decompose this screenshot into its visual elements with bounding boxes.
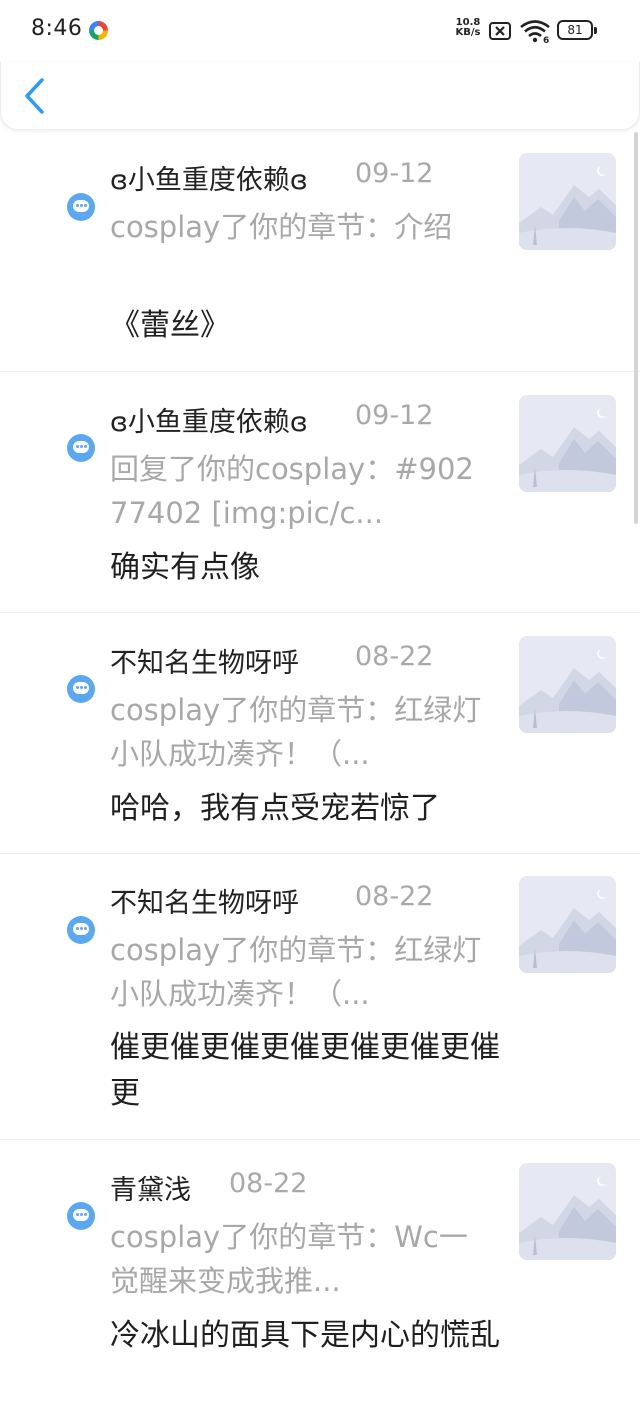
status-bar: 8:46 10.8 KB/s 6 81 bbox=[0, 0, 640, 62]
notification-summary: cosplay了你的章节：红绿灯小队成功凑齐！（... bbox=[110, 933, 482, 1011]
notification-date: 08-22 bbox=[229, 1168, 308, 1199]
notification-item[interactable]: 不知名生物呀呼 08-22 cosplay了你的章节：红绿灯小队成功凑齐！（..… bbox=[0, 613, 640, 854]
chapter-thumbnail[interactable] bbox=[519, 636, 616, 733]
user-name[interactable]: ɞ小鱼重度依赖ɞ bbox=[110, 158, 308, 197]
notification-item[interactable]: 青黛浅 08-22 cosplay了你的章节：Wc一觉醒来变成我推... 冷冰山… bbox=[0, 1140, 640, 1424]
comment-icon bbox=[67, 434, 95, 462]
comment-icon bbox=[67, 916, 95, 944]
notification-summary: cosplay了你的章节：Wc一觉醒来变成我推... bbox=[110, 1220, 468, 1298]
no-sim-icon bbox=[489, 22, 511, 40]
user-name[interactable]: 不知名生物呀呼 bbox=[110, 641, 299, 680]
user-name[interactable]: 不知名生物呀呼 bbox=[110, 881, 299, 920]
notification-date: 09-12 bbox=[355, 158, 434, 189]
notification-summary: cosplay了你的章节：介绍 bbox=[110, 210, 453, 244]
chapter-thumbnail[interactable] bbox=[519, 395, 616, 492]
top-navigation-bar bbox=[0, 62, 640, 130]
svg-text:6: 6 bbox=[543, 36, 549, 43]
notification-item[interactable]: 不知名生物呀呼 08-22 cosplay了你的章节：红绿灯小队成功凑齐！（..… bbox=[0, 854, 640, 1140]
back-button[interactable] bbox=[15, 72, 55, 120]
notification-summary: 回复了你的cosplay：#90277402 [img:pic/c... bbox=[110, 452, 474, 530]
user-name[interactable]: 青黛浅 bbox=[110, 1168, 191, 1207]
chapter-thumbnail[interactable] bbox=[519, 153, 616, 250]
reply-text: 冷冰山的面具下是内心的慌乱 bbox=[110, 1318, 500, 1353]
clock: 8:46 bbox=[31, 16, 83, 41]
reply-text: 《蕾丝》 bbox=[110, 308, 230, 343]
notification-list: ɞ小鱼重度依赖ɞ 09-12 cosplay了你的章节：介绍 《蕾丝》 ɞ小鱼重… bbox=[0, 130, 640, 1424]
reply-text: 催更催更催更催更催更催更催更 bbox=[110, 1030, 500, 1111]
reply-text: 确实有点像 bbox=[110, 550, 260, 585]
image-placeholder-icon bbox=[519, 1163, 616, 1260]
notification-item[interactable]: ɞ小鱼重度依赖ɞ 09-12 回复了你的cosplay：#90277402 [i… bbox=[0, 372, 640, 613]
network-speed: 10.8 KB/s bbox=[452, 18, 484, 38]
battery-indicator: 81 bbox=[557, 20, 597, 40]
network-speed-unit: KB/s bbox=[455, 27, 481, 38]
notification-date: 09-12 bbox=[355, 400, 434, 431]
chevron-left-icon bbox=[25, 78, 44, 114]
reply-text: 哈哈，我有点受宠若惊了 bbox=[110, 791, 440, 826]
chapter-thumbnail[interactable] bbox=[519, 876, 616, 973]
user-name[interactable]: ɞ小鱼重度依赖ɞ bbox=[110, 400, 308, 439]
comment-icon bbox=[67, 1202, 95, 1230]
scrollbar[interactable] bbox=[634, 132, 638, 524]
notification-date: 08-22 bbox=[355, 641, 434, 672]
notification-date: 08-22 bbox=[355, 881, 434, 912]
app-notification-icon bbox=[89, 21, 108, 40]
image-placeholder-icon bbox=[519, 395, 616, 492]
chapter-thumbnail[interactable] bbox=[519, 1163, 616, 1260]
image-placeholder-icon bbox=[519, 153, 616, 250]
comment-icon bbox=[67, 193, 95, 221]
comment-icon bbox=[67, 675, 95, 703]
image-placeholder-icon bbox=[519, 876, 616, 973]
notification-summary: cosplay了你的章节：红绿灯小队成功凑齐！（... bbox=[110, 693, 482, 771]
image-placeholder-icon bbox=[519, 636, 616, 733]
notification-item[interactable]: ɞ小鱼重度依赖ɞ 09-12 cosplay了你的章节：介绍 《蕾丝》 bbox=[0, 130, 640, 372]
wifi-icon: 6 bbox=[520, 20, 550, 43]
